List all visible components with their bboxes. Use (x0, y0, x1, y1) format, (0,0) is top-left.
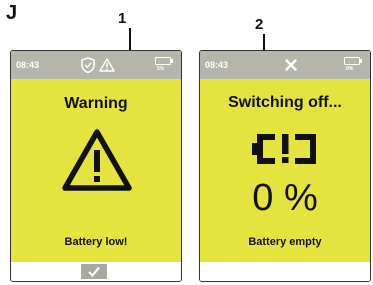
figure-label: J (6, 2, 18, 24)
x-icon (285, 59, 297, 71)
device-screen-warning: 08:43 5% Warning Battery low! (10, 50, 182, 282)
confirm-button[interactable] (81, 264, 107, 279)
battery-percent: 0% (346, 66, 354, 72)
footer-bar (200, 262, 370, 281)
warning-icon (99, 58, 115, 72)
screen-area: Switching off... 0 % Battery empty (200, 79, 370, 262)
status-message: Battery low! (64, 236, 128, 248)
checkmark-icon (88, 266, 100, 277)
battery-status-icon: 5% (155, 57, 173, 73)
device-screen-switching-off: 08:43 0% Switching off... 0 % Battery em… (199, 50, 371, 282)
battery-status-icon: 0% (344, 57, 362, 73)
footer-bar (11, 262, 181, 281)
status-bar: 08:43 5% (11, 51, 181, 79)
screen-title: Switching off... (228, 94, 342, 111)
status-time: 08:43 (205, 60, 229, 70)
screen-area: Warning Battery low! (11, 79, 181, 262)
battery-empty-icon (252, 134, 316, 164)
status-bar: 08:43 0% (200, 51, 370, 79)
battery-level-value: 0 % (252, 177, 318, 219)
callout-2: 2 (255, 16, 264, 33)
battery-percent: 5% (157, 66, 165, 72)
screen-title: Warning (64, 95, 128, 112)
callout-1: 1 (118, 10, 127, 27)
status-message: Battery empty (248, 236, 322, 248)
warning-triangle-icon (62, 129, 132, 191)
status-time: 08:43 (16, 60, 40, 70)
shield-check-icon (81, 57, 95, 73)
